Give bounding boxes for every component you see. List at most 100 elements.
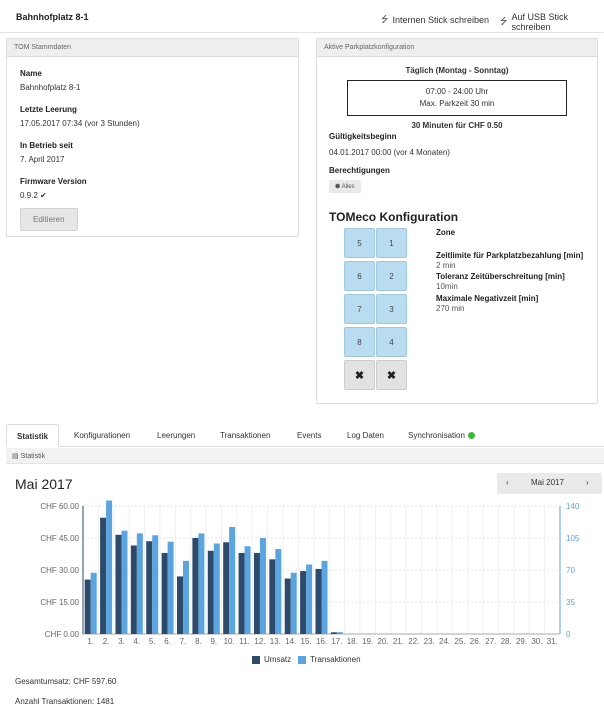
chart-icon: ▤ — [12, 453, 19, 460]
limit-value: 2 min — [436, 261, 456, 270]
zone-button-8[interactable]: 8 — [344, 327, 375, 357]
bar-umsatz — [100, 517, 107, 634]
usb-icon: ⭍ — [500, 17, 508, 27]
zone-button-2[interactable]: 2 — [376, 261, 407, 291]
bar-umsatz — [84, 579, 91, 634]
x-tick-label: 18. — [347, 637, 358, 646]
firmware-label: Firmware Version — [20, 177, 87, 186]
prev-month-button[interactable]: ‹ — [506, 478, 509, 487]
usb-icon: ⭍ — [381, 15, 389, 25]
tab-synchronisation[interactable]: Synchronisation — [398, 424, 485, 447]
bar-transaktionen — [152, 535, 159, 634]
panel-heading: TOM Stammdaten — [7, 39, 298, 57]
next-month-button[interactable]: › — [586, 478, 589, 487]
zone-button-1[interactable]: 1 — [376, 228, 407, 258]
tab-statistik[interactable]: Statistik — [6, 424, 60, 447]
zone-button-7[interactable]: 7 — [344, 294, 375, 324]
page-title: Bahnhofplatz 8-1 — [16, 12, 89, 22]
betrieb-value: 7. April 2017 — [20, 155, 65, 164]
month-navigator: ‹ Mai 2017 › — [497, 473, 602, 494]
tab-konfigurationen[interactable]: Konfigurationen — [64, 424, 140, 447]
x-tick-label: 25. — [454, 637, 465, 646]
validity-label: Gültigkeitsbeginn — [329, 132, 397, 141]
panel-heading: Aktive Parkplatzkonfiguration — [317, 39, 597, 57]
bar-transaktionen — [229, 527, 236, 634]
total-revenue: Gesamtumsatz: CHF 597.60 — [15, 677, 117, 686]
tab-log-daten[interactable]: Log Daten — [337, 424, 394, 447]
legend-transaktionen: Transaktionen — [310, 655, 361, 664]
bar-umsatz — [253, 552, 260, 634]
zone-delete-button[interactable]: ✖ — [376, 360, 407, 390]
bar-umsatz — [238, 552, 245, 634]
name-label: Name — [20, 69, 42, 78]
month-label: Mai 2017 — [531, 478, 564, 487]
negative-field: Maximale Negativzeit [min] 270 min — [436, 294, 538, 313]
x-tick-label: 15. — [301, 637, 312, 646]
x-tick-label: 26. — [470, 637, 481, 646]
zone-button-4[interactable]: 4 — [376, 327, 407, 357]
write-internal-stick-button[interactable]: ⭍ Internen Stick schreiben — [381, 12, 489, 28]
x-tick-label: 7. — [180, 637, 187, 646]
bar-transaktionen — [198, 533, 205, 634]
bar-umsatz — [284, 578, 291, 634]
x-tick-label: 8. — [195, 637, 202, 646]
bar-transaktionen — [259, 538, 266, 634]
rate-label: 30 Minuten für CHF 0.50 — [411, 121, 503, 130]
leerung-label: Letzte Leerung — [20, 105, 77, 114]
zone-button-5[interactable]: 5 — [344, 228, 375, 258]
bar-umsatz — [300, 571, 307, 634]
transaction-count: Anzahl Transaktionen: 1481 — [15, 697, 115, 706]
betrieb-label: In Betrieb seit — [20, 141, 73, 150]
limit-field: Zeitlimite für Parkplatzbezahlung [min] 2… — [436, 251, 583, 270]
tab-events[interactable]: Events — [287, 424, 331, 447]
x-tick-label: 19. — [362, 637, 373, 646]
x-tick-label: 6. — [164, 637, 171, 646]
tab-transaktionen[interactable]: Transaktionen — [210, 424, 280, 447]
statistik-subheading: Statistik — [20, 453, 46, 460]
x-tick-label: 21. — [393, 637, 404, 646]
edit-button[interactable]: Editieren — [20, 208, 78, 231]
x-tick-label: 4. — [134, 637, 141, 646]
y-left-tick-label: CHF 45.00 — [40, 534, 79, 543]
y-left-tick-label: CHF 0.00 — [45, 630, 80, 639]
validity-value: 04.01.2017 00:00 (vor 4 Monaten) — [329, 148, 450, 157]
write-internal-label: Internen Stick schreiben — [392, 15, 490, 25]
tag-icon: ⬢ — [335, 184, 341, 190]
x-tick-label: 14. — [285, 637, 296, 646]
bar-transaktionen — [306, 564, 313, 634]
y-right-tick-label: 35 — [566, 598, 575, 607]
x-tick-label: 13. — [270, 637, 281, 646]
y-left-tick-label: CHF 30.00 — [40, 566, 79, 575]
statistik-subheader: ▤ Statistik — [6, 448, 604, 464]
bar-umsatz — [269, 559, 276, 634]
x-tick-label: 29. — [516, 637, 527, 646]
tariff-box: 07:00 - 24:00 Uhr Max. Parkzeit 30 min — [347, 80, 567, 116]
rights-tag-label: Alles — [341, 184, 355, 190]
bar-umsatz — [177, 576, 184, 634]
x-tick-label: 31. — [547, 637, 558, 646]
zone-button-3[interactable]: 3 — [376, 294, 407, 324]
write-usb-stick-button[interactable]: ⭍ Auf USB Stick schreiben — [500, 12, 604, 32]
x-tick-label: 11. — [239, 637, 250, 646]
tab-leerungen[interactable]: Leerungen — [147, 424, 205, 447]
days-label: Täglich (Montag - Sonntag) — [405, 66, 509, 75]
x-tick-label: 10. — [224, 637, 235, 646]
bar-transaktionen — [321, 560, 328, 634]
zone-heading: Zone — [436, 228, 456, 237]
bar-umsatz — [315, 568, 322, 634]
leerung-value: 17.05.2017 07:34 (vor 3 Stunden) — [20, 119, 140, 128]
x-tick-label: 30. — [531, 637, 542, 646]
negative-value: 270 min — [436, 304, 465, 313]
chart-legend: Umsatz Transaktionen — [252, 655, 361, 664]
zone-button-6[interactable]: 6 — [344, 261, 375, 291]
bar-umsatz — [115, 534, 122, 634]
tolerance-label: Toleranz Zeitüberschreitung [min] — [436, 272, 565, 281]
y-left-tick-label: CHF 60.00 — [40, 502, 79, 511]
bar-umsatz — [192, 538, 199, 634]
write-usb-label: Auf USB Stick schreiben — [511, 12, 569, 32]
firmware-value: 0.9.2 — [20, 191, 38, 200]
tolerance-value: 10min — [436, 282, 458, 291]
sync-label: Synchronisation — [408, 431, 465, 440]
zone-delete-button[interactable]: ✖ — [344, 360, 375, 390]
x-tick-label: 12. — [254, 637, 265, 646]
